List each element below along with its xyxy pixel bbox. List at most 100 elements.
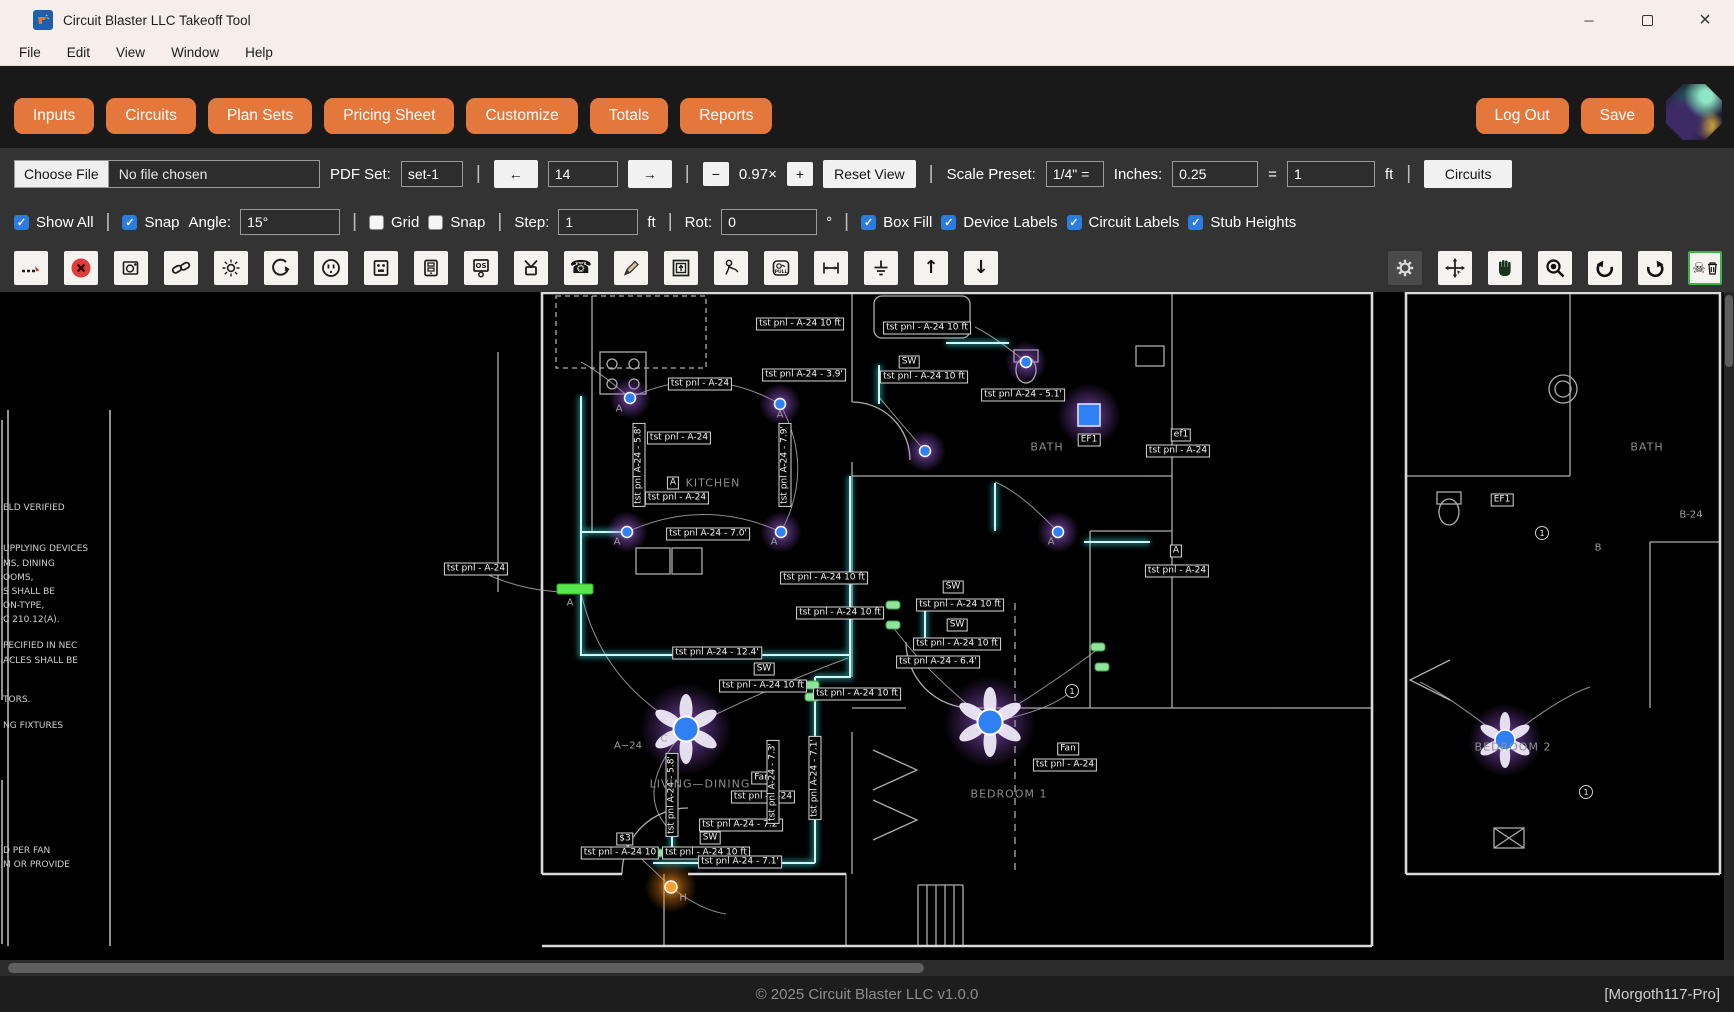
plan-device-label[interactable]: tst pnl - A-24 10 ft — [780, 572, 868, 585]
box-fill-checkbox[interactable] — [861, 215, 876, 230]
tool-pan-button[interactable] — [1488, 251, 1522, 285]
plan-device-label[interactable]: tst pnl A-24 - 12.4' — [672, 647, 762, 660]
tool-dimension-button[interactable] — [814, 251, 848, 285]
menu-edit[interactable]: Edit — [54, 45, 103, 60]
horizontal-scrollbar-thumb[interactable] — [8, 963, 924, 973]
nav-pricing-sheet-button[interactable]: Pricing Sheet — [324, 98, 454, 134]
tool-pull-box-button[interactable]: PULL — [764, 251, 798, 285]
plan-device-label[interactable]: tst pnl A-24 - 5.1' — [981, 389, 1065, 402]
scale-preset-select[interactable] — [1046, 161, 1104, 187]
plan-device-label[interactable]: SW — [700, 832, 721, 845]
plan-device-label[interactable]: $3 — [616, 833, 633, 846]
plan-device-label[interactable]: EF1 — [1491, 494, 1514, 507]
plan-device-label[interactable]: tst pnl - A-24 — [668, 378, 732, 391]
tool-delete-button[interactable] — [64, 251, 98, 285]
plan-device-label[interactable]: tst pnl - A-24 — [1146, 445, 1210, 458]
tool-gfci-button[interactable] — [414, 251, 448, 285]
tool-junction-box-button[interactable] — [114, 251, 148, 285]
tool-occupancy-sensor-button[interactable]: OS — [464, 251, 498, 285]
menu-help[interactable]: Help — [232, 45, 286, 60]
tool-phone-outlet-button[interactable]: ☎ — [564, 251, 598, 285]
plan-device-label[interactable]: tst pnl A-24 - 3.9' — [762, 369, 846, 382]
tool-figure-button[interactable] — [714, 251, 748, 285]
plan-device-label[interactable]: SW — [943, 581, 964, 594]
menu-view[interactable]: View — [103, 45, 158, 60]
plan-device-label[interactable]: tst pnl - A-24 10 ft — [719, 680, 807, 693]
nav-totals-button[interactable]: Totals — [590, 98, 669, 134]
tool-receptacle-button[interactable] — [314, 251, 348, 285]
plan-device-label[interactable]: tst pnl - A-24 — [731, 791, 795, 804]
grid-checkbox[interactable] — [369, 215, 384, 230]
tool-link-button[interactable] — [164, 251, 198, 285]
plan-device-label[interactable]: tst pnl - A-24 10 ft — [813, 688, 901, 701]
circuit-labels-checkbox[interactable] — [1067, 215, 1082, 230]
tool-switch-leg-button[interactable] — [264, 251, 298, 285]
tool-measure-button[interactable] — [14, 251, 48, 285]
plan-device-label[interactable]: tst pnl - A-24 — [647, 432, 711, 445]
plan-device-label[interactable]: EF1 — [1078, 434, 1101, 447]
tool-subpanel-button[interactable] — [664, 251, 698, 285]
grid-snap-checkbox[interactable] — [428, 215, 443, 230]
tool-pencil-button[interactable] — [614, 251, 648, 285]
plan-device-label[interactable]: tst pnl - A-24 — [1145, 565, 1209, 578]
nav-customize-button[interactable]: Customize — [466, 98, 577, 134]
angle-input[interactable] — [240, 209, 340, 235]
plan-device-label[interactable]: tst pnl A-24 - 7.1' — [698, 856, 782, 869]
menu-window[interactable]: Window — [158, 45, 232, 60]
plan-circuit-marker[interactable]: 1 — [1065, 684, 1079, 698]
plan-device-label[interactable]: tst pnl A-24 - 7.3' — [767, 740, 780, 824]
plan-device-label[interactable]: tst pnl A-24 - 7.9' — [779, 423, 792, 507]
nav-reports-button[interactable]: Reports — [680, 98, 772, 134]
show-all-checkbox[interactable] — [14, 215, 29, 230]
feet-input[interactable] — [1287, 161, 1375, 187]
nav-circuits-button[interactable]: Circuits — [106, 98, 196, 134]
plan-device-label[interactable]: tst pnl - A-24 10 ft — [756, 318, 844, 331]
plan-device-label[interactable]: tst pnl - A-24 10 ft — [916, 599, 1004, 612]
tool-lower-button[interactable]: ↓ — [964, 251, 998, 285]
plan-device-label[interactable]: A — [1170, 545, 1182, 558]
plan-device-label[interactable]: tst pnl - A-24 — [645, 492, 709, 505]
plan-canvas[interactable]: tst pnl - A-24 10 ft tst pnl - A-24 10 ft… — [0, 292, 1734, 960]
device-labels-checkbox[interactable] — [941, 215, 956, 230]
plan-circuit-marker[interactable]: 1 — [1579, 785, 1593, 799]
file-input[interactable]: Choose File No file chosen — [14, 160, 320, 188]
tool-purge-button[interactable]: ☠ — [1688, 251, 1722, 285]
plan-device-label[interactable]: ef1 — [1171, 429, 1191, 442]
plan-device-label[interactable]: tst pnl A-24 - 7.1' — [809, 736, 822, 820]
tool-settings-button[interactable] — [1388, 251, 1422, 285]
plan-device-label[interactable]: SW — [947, 619, 968, 632]
plan-device-label[interactable]: tst pnl A-24 - 6.4' — [896, 656, 980, 669]
tool-redo-button[interactable] — [1638, 251, 1672, 285]
plan-device-label[interactable]: tst pnl A-24 - 5.8' — [633, 423, 646, 507]
avatar[interactable] — [1666, 84, 1722, 140]
tool-raise-button[interactable]: ↑ — [914, 251, 948, 285]
page-number-input[interactable] — [548, 161, 618, 187]
plan-device-label[interactable]: tst pnl - A-24 10 ft — [880, 371, 968, 384]
plan-device-label[interactable]: tst pnl - A-24 — [444, 563, 508, 576]
next-page-button[interactable]: → — [628, 160, 672, 188]
reset-view-button[interactable]: Reset View — [823, 160, 916, 188]
prev-page-button[interactable]: ← — [494, 160, 538, 188]
plan-device-label[interactable]: tst pnl - A-24 10 ft — [796, 607, 884, 620]
stub-heights-checkbox[interactable] — [1188, 215, 1203, 230]
plan-device-label[interactable]: tst pnl - A-24 10 ft — [883, 322, 971, 335]
close-button[interactable]: × — [1676, 0, 1734, 40]
snap-checkbox[interactable] — [122, 215, 137, 230]
circuits-toggle-button[interactable]: Circuits — [1424, 160, 1512, 188]
vertical-scrollbar[interactable] — [1724, 292, 1734, 960]
tool-light-button[interactable] — [214, 251, 248, 285]
menu-file[interactable]: File — [6, 45, 54, 60]
nav-plan-sets-button[interactable]: Plan Sets — [208, 98, 312, 134]
plan-device-label[interactable]: tst pnl - A-24 — [1033, 759, 1097, 772]
plan-device-label[interactable]: Fan — [1057, 743, 1079, 756]
pdf-set-input[interactable] — [401, 161, 463, 187]
tool-zoom-button[interactable] — [1538, 251, 1572, 285]
plan-device-label[interactable]: tst pnl A-24 - 7.0' — [666, 528, 750, 541]
zoom-in-button[interactable]: + — [787, 162, 813, 186]
plan-device-label[interactable]: SW — [899, 356, 920, 369]
zoom-out-button[interactable]: − — [703, 162, 729, 186]
plan-device-label[interactable]: tst pnl A-24 - 5.8' — [666, 753, 679, 837]
plan-device-label[interactable]: tst pnl - A-24 10 — [581, 847, 659, 860]
plan-circuit-marker[interactable]: 1 — [1535, 526, 1549, 540]
tool-move-button[interactable] — [1438, 251, 1472, 285]
